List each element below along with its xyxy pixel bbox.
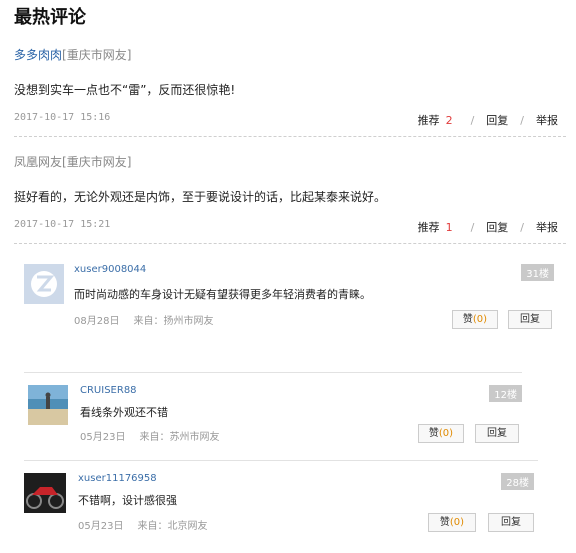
comment-date: 05月23日	[78, 521, 124, 532]
floor-badge: 12楼	[489, 385, 522, 402]
comment-text: 看线条外观还不错	[80, 406, 168, 419]
like-button[interactable]: 赞(0)	[418, 424, 464, 443]
author-location: [重庆市网友]	[62, 48, 132, 62]
separator: /	[470, 221, 475, 234]
like-count: (0)	[438, 428, 454, 439]
comment-source: 来自：北京网友	[137, 521, 208, 532]
recommend-count: 1	[445, 221, 453, 234]
recommend-count: 2	[445, 114, 453, 127]
comment-date: 08月28日	[74, 316, 120, 327]
separator: /	[520, 114, 524, 127]
hot-comment: 凤凰网友[重庆市网友] 挺好看的，无论外观还是内饰，至于要说设计的话，比起某泰来…	[14, 153, 566, 235]
like-count: (0)	[472, 314, 488, 325]
comment-date: 05月23日	[80, 432, 126, 443]
comment-source: 来自：苏州市网友	[139, 432, 220, 443]
reply-button[interactable]: 回复	[488, 513, 534, 532]
author-name: 凤凰网友	[14, 155, 63, 169]
comment-meta: 2017-10-17 15:21 推荐 1 / 回复 / 举报	[14, 219, 566, 235]
comment-author[interactable]: 多多肉肉[重庆市网友]	[14, 46, 566, 63]
author-location: [重庆市网友]	[62, 155, 132, 169]
motorcycle-icon	[24, 473, 66, 513]
recommend-button[interactable]: 推荐	[418, 114, 440, 127]
reply-button[interactable]: 回复	[486, 114, 508, 127]
comment-content: 没想到实车一点也不“雷”，反而还很惊艳!	[14, 83, 236, 97]
reply-button[interactable]: 回复	[486, 221, 508, 234]
comment-time: 2017-10-17 15:16	[14, 112, 111, 123]
sub-comment: xuser9008044 31楼 而时尚动感的车身设计无疑有望获得更多年轻消费者…	[24, 264, 554, 334]
report-button[interactable]: 举报	[536, 114, 558, 127]
comment-actions: 推荐 2 / 回复 / 举报	[418, 112, 558, 128]
like-count: (0)	[449, 517, 465, 528]
reply-button[interactable]: 回复	[508, 310, 552, 329]
like-label: 赞	[439, 517, 450, 528]
comment-meta: 2017-10-17 15:16 推荐 2 / 回复 / 举报	[14, 112, 566, 128]
comment-username[interactable]: xuser9008044	[74, 264, 146, 275]
like-button[interactable]: 赞(0)	[452, 310, 498, 329]
separator: /	[470, 114, 475, 127]
comment-text: 不错啊，设计感很强	[78, 494, 177, 507]
divider	[14, 243, 566, 244]
sub-comment: CRUISER88 12楼 看线条外观还不错 05月23日 来自：苏州市网友 赞(…	[28, 385, 522, 451]
motorcycle-photo-avatar[interactable]	[24, 473, 66, 513]
floor-badge: 31楼	[521, 264, 554, 281]
like-label: 赞	[428, 428, 439, 439]
card-divider	[24, 372, 522, 373]
comment-author: 凤凰网友[重庆市网友]	[14, 153, 566, 170]
comment-text: 而时尚动感的车身设计无疑有望获得更多年轻消费者的青睐。	[74, 288, 371, 301]
comment-meta: 05月23日 来自：北京网友	[78, 517, 207, 532]
comment-actions: 推荐 1 / 回复 / 举报	[418, 219, 558, 235]
z-logo-icon	[24, 264, 64, 304]
section-title: 最热评论	[14, 7, 86, 28]
comment-source: 来自：扬州市网友	[133, 316, 214, 327]
separator: /	[520, 221, 524, 234]
default-avatar[interactable]	[24, 264, 64, 304]
comment-time: 2017-10-17 15:21	[14, 219, 111, 230]
like-label: 赞	[462, 314, 473, 325]
report-button[interactable]: 举报	[536, 221, 558, 234]
hot-comment: 多多肉肉[重庆市网友] 没想到实车一点也不“雷”，反而还很惊艳! 2017-10…	[14, 46, 566, 128]
sub-comment: xuser11176958 28楼 不错啊，设计感很强 05月23日 来自：北京网…	[24, 473, 536, 539]
comment-content: 挺好看的，无论外观还是内饰，至于要说设计的话，比起某泰来说好。	[14, 190, 387, 204]
beach-photo-avatar[interactable]	[28, 385, 68, 425]
comment-meta: 05月23日 来自：苏州市网友	[80, 428, 219, 443]
card-divider	[24, 460, 538, 461]
comment-username[interactable]: CRUISER88	[80, 385, 137, 396]
comment-meta: 08月28日 来自：扬州市网友	[74, 312, 213, 327]
floor-badge: 28楼	[501, 473, 534, 490]
author-name[interactable]: 多多肉肉	[14, 48, 62, 62]
recommend-button[interactable]: 推荐	[418, 221, 440, 234]
reply-button[interactable]: 回复	[475, 424, 519, 443]
like-button[interactable]: 赞(0)	[428, 513, 476, 532]
divider	[14, 136, 566, 137]
comment-username[interactable]: xuser11176958	[78, 473, 157, 484]
beach-photo-icon	[28, 385, 68, 425]
